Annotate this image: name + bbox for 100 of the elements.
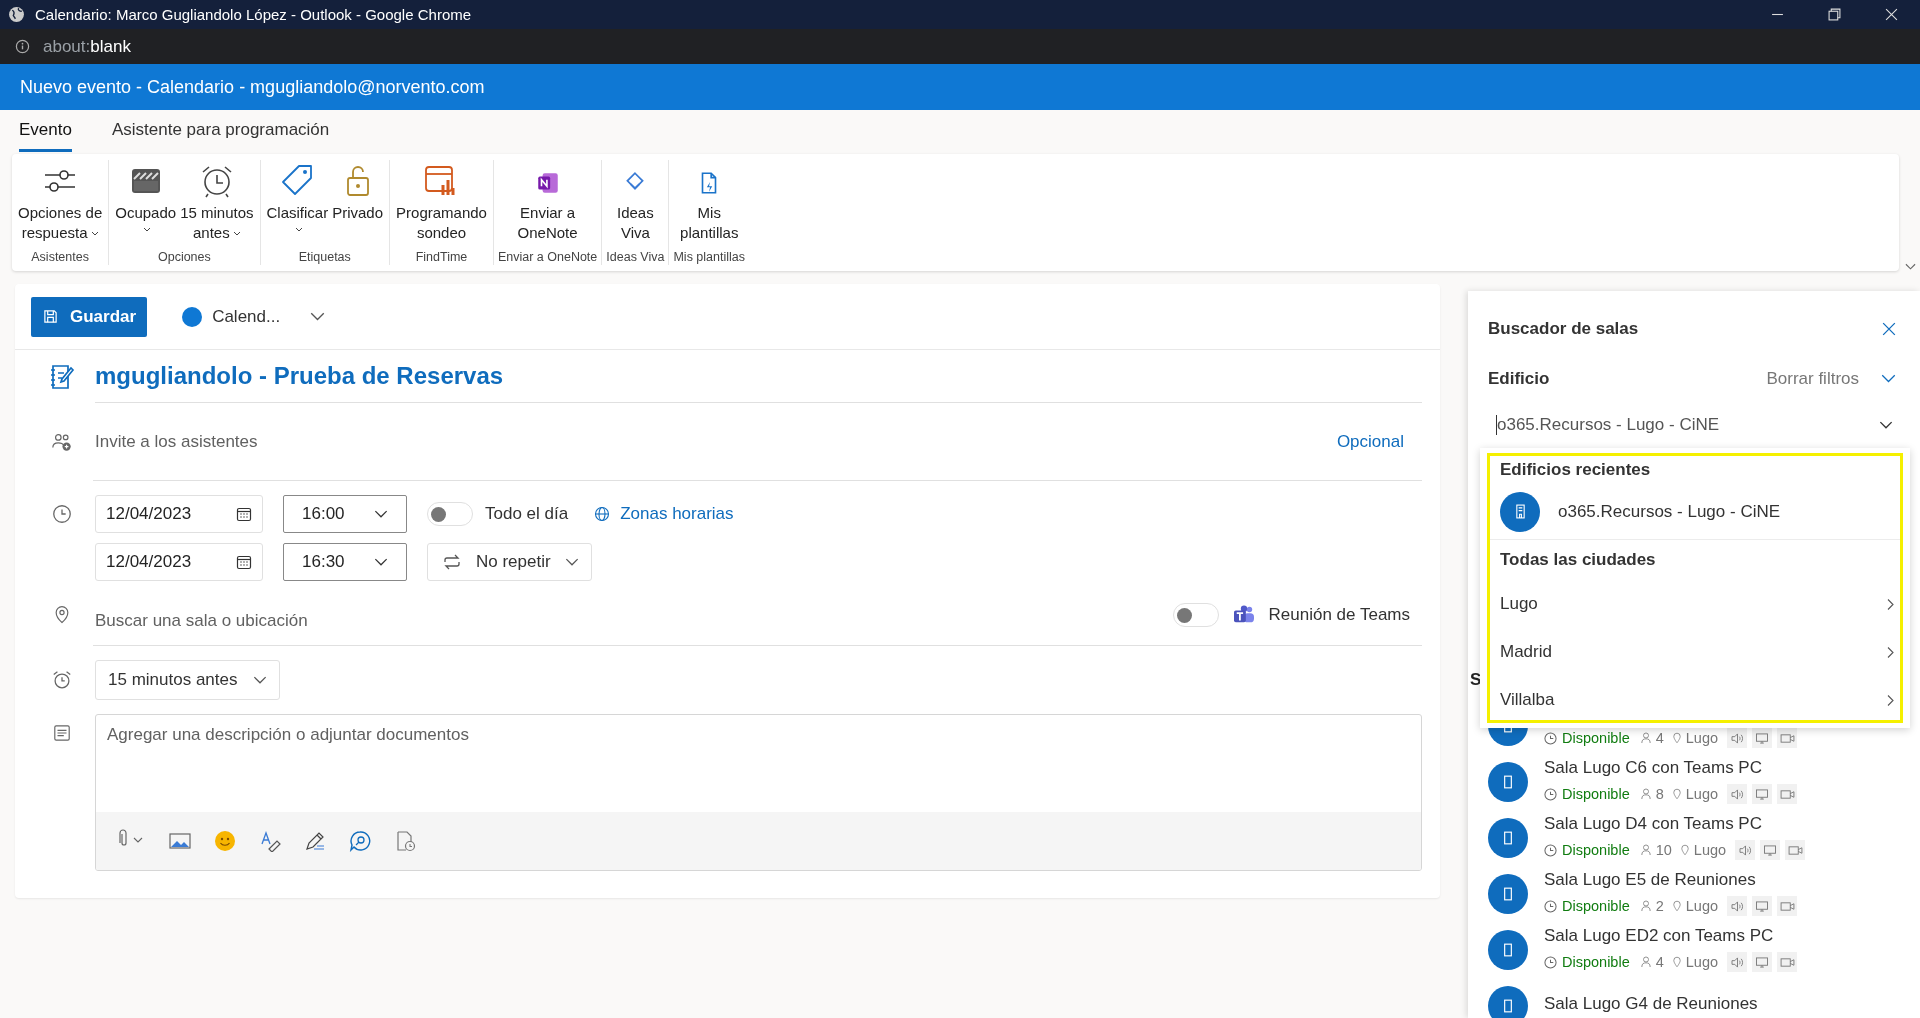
ribbon-button[interactable]: Mis plantillas — [678, 160, 741, 250]
restore-icon[interactable] — [1828, 8, 1841, 21]
capacity: 8 — [1655, 786, 1664, 802]
time-dropdown[interactable]: 16:30 — [283, 543, 407, 581]
room-name[interactable]: Sala Lugo ED2 con Teams PC — [1544, 926, 1774, 945]
date-field[interactable]: 12/04/2023 — [95, 495, 263, 533]
availability-status: Disponible — [1562, 898, 1630, 914]
person-icon — [1640, 900, 1651, 912]
time-zones-link[interactable]: Zonas horarias — [620, 504, 752, 524]
location-pin-icon — [1672, 956, 1681, 968]
location-field[interactable]: Buscar una sala o ubicación — [95, 599, 1165, 631]
speaker-icon — [1727, 896, 1748, 916]
ribbon-button[interactable]: Opciones de respuesta — [16, 160, 105, 250]
location-pin-icon — [1672, 732, 1681, 744]
tab[interactable]: Asistente para programación — [111, 110, 330, 152]
chevron-right-icon — [1887, 693, 1895, 707]
chevron-down-icon[interactable] — [1881, 374, 1896, 384]
monitor-icon — [1752, 784, 1773, 804]
attendees-field[interactable]: Invite a los asistentes — [95, 404, 1337, 480]
description-field[interactable]: Agregar una descripción o adjuntar documentos — [107, 725, 469, 744]
edit-note-icon — [48, 363, 76, 391]
teams-toggle[interactable] — [1172, 603, 1219, 627]
optional-link[interactable]: Opcional — [1336, 404, 1422, 480]
format-icon[interactable] — [259, 830, 281, 852]
city-option[interactable]: Lugo — [1500, 580, 1895, 628]
time-dropdown[interactable]: 16:00 — [283, 495, 407, 533]
teams-icon — [1232, 605, 1255, 625]
ribbon-button[interactable]: 15 minutos antes — [178, 160, 256, 250]
room-name[interactable]: Sala Lugo C6 con Teams PC — [1544, 758, 1762, 777]
room-location: Lugo — [1693, 842, 1727, 858]
clear-filters-button[interactable]: Borrar filtros — [1766, 369, 1859, 389]
monitor-icon — [1752, 896, 1773, 916]
camera-icon — [1785, 840, 1806, 860]
ribbon-button[interactable]: Clasificar — [264, 160, 331, 250]
clock-icon — [51, 503, 73, 525]
ribbon-button[interactable]: Ideas Viva — [615, 160, 656, 250]
pen-icon[interactable] — [304, 830, 326, 852]
image-icon[interactable] — [169, 832, 191, 850]
alarm-clock-icon — [51, 669, 73, 691]
building-name: o365.Recursos - Lugo - CiNE — [1558, 501, 1781, 522]
add-people-icon — [51, 431, 73, 453]
monitor-icon — [1752, 728, 1773, 748]
expand-icon[interactable] — [1905, 263, 1916, 271]
close-icon[interactable] — [1882, 322, 1896, 336]
notes-icon — [53, 724, 71, 742]
chat-search-icon[interactable] — [349, 830, 371, 852]
monitor-icon — [1752, 952, 1773, 972]
clock-icon — [1544, 843, 1557, 857]
camera-icon — [1777, 896, 1798, 916]
availability-status: Disponible — [1562, 842, 1630, 858]
clock-icon — [1544, 899, 1557, 913]
camera-icon — [1777, 728, 1798, 748]
room-location: Lugo — [1685, 786, 1719, 802]
group-label: Mis plantillas — [673, 250, 745, 265]
save-button[interactable]: Guardar — [31, 296, 148, 337]
info-icon — [15, 39, 30, 54]
room-name[interactable]: Sala Lugo G4 de Reuniones — [1544, 994, 1758, 1013]
event-title[interactable]: mgugliandolo - Prueba de Reservas — [95, 351, 1422, 403]
chevron-right-icon — [1887, 645, 1895, 659]
window-title: Calendario: Marco Gugliandolo López - Outlook - Google Chrome — [35, 6, 472, 23]
chevron-down-icon — [1879, 420, 1893, 430]
address-field[interactable]: about:blank — [43, 36, 131, 57]
group-label: Enviar a OneNote — [497, 250, 598, 265]
date-field[interactable]: 12/04/2023 — [95, 543, 263, 581]
ribbon-button[interactable]: Programando sondeo — [394, 160, 489, 250]
person-icon — [1640, 732, 1651, 744]
city-option[interactable]: Madrid — [1500, 628, 1895, 676]
city-name: Lugo — [1500, 594, 1538, 614]
room-name[interactable]: Sala Lugo D4 con Teams PC — [1544, 814, 1762, 833]
person-icon — [1640, 956, 1651, 968]
repeat-dropdown[interactable]: No repetir — [427, 543, 592, 581]
availability-status: Disponible — [1562, 730, 1630, 746]
ribbon-button[interactable]: Privado — [330, 160, 386, 250]
speaker-icon — [1727, 952, 1748, 972]
clock-icon — [1544, 731, 1557, 745]
document-clock-icon[interactable] — [394, 830, 416, 852]
capacity: 2 — [1655, 898, 1664, 914]
teams-meeting-label: Reunión de Teams — [1268, 605, 1411, 625]
group-label: FindTime — [415, 250, 468, 265]
building-option[interactable]: o365.Recursos - Lugo - CiNE — [1500, 484, 1895, 539]
calendar-select[interactable]: Calend... — [182, 306, 326, 327]
building-combobox[interactable]: o365.Recursos - Lugo - CiNE — [1496, 403, 1893, 447]
ribbon-button[interactable]: Enviar a OneNote — [515, 160, 580, 250]
group-label: Etiquetas — [298, 250, 351, 265]
person-icon — [1640, 844, 1651, 856]
emoji-icon[interactable] — [214, 830, 236, 852]
room-name[interactable]: Sala Lugo E5 de Reuniones — [1544, 870, 1756, 889]
room-location: Lugo — [1685, 730, 1719, 746]
chevron-down-icon — [374, 509, 388, 519]
clock-icon — [1544, 787, 1557, 801]
ribbon-button[interactable]: Ocupado — [113, 160, 179, 250]
capacity: 10 — [1655, 842, 1672, 858]
city-option[interactable]: Villalba — [1500, 676, 1895, 724]
dialog-title: Nuevo evento - Calendario - mgugliandolo@norvento.com — [20, 76, 485, 98]
reminder-dropdown[interactable]: 15 minutos antes — [95, 660, 281, 700]
calendar-icon — [236, 506, 252, 522]
capacity: 4 — [1655, 730, 1664, 746]
all-day-toggle[interactable] — [427, 502, 473, 526]
speaker-icon — [1727, 784, 1748, 804]
availability-status: Disponible — [1562, 786, 1630, 802]
